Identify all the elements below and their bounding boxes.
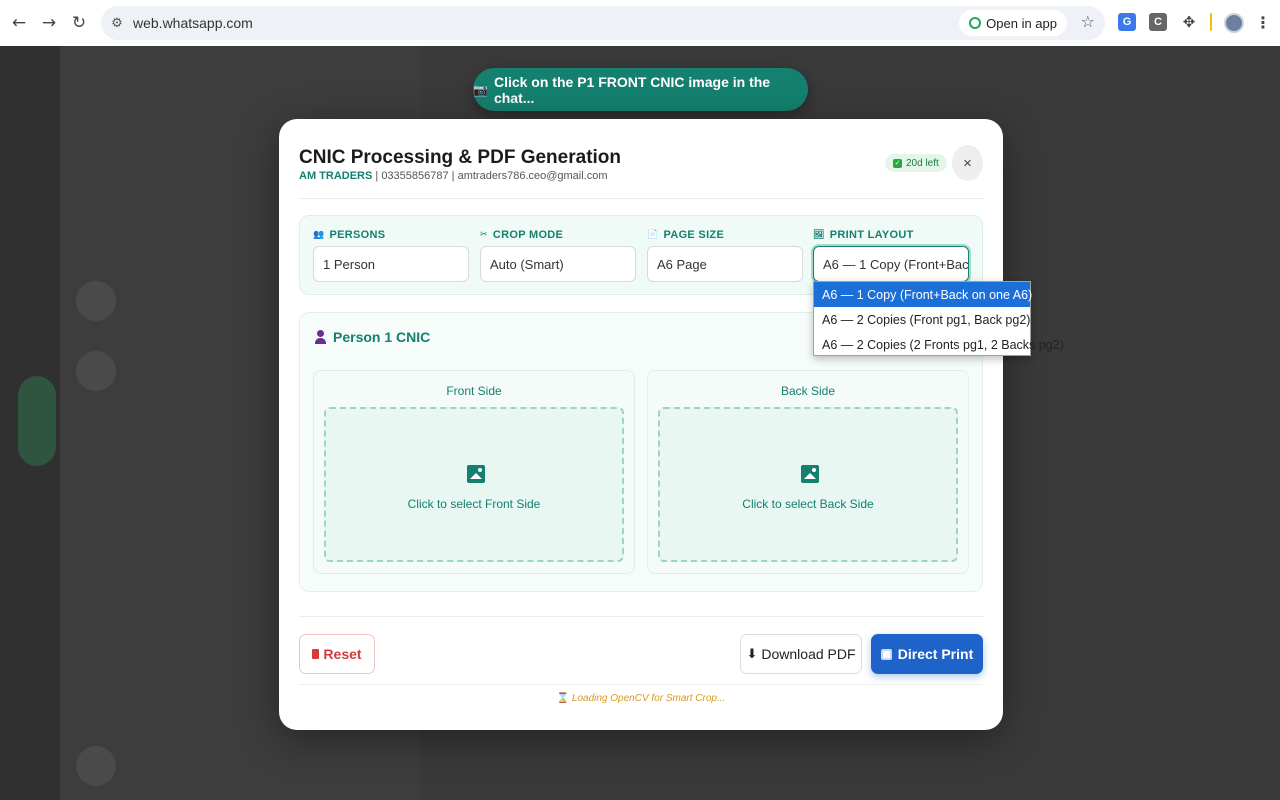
- open-in-app-label: Open in app: [986, 15, 1057, 31]
- back-side-panel: Back Side Click to select Back Side: [647, 370, 969, 574]
- persons-setting: 👥 PERSONS 1 Person: [313, 228, 469, 282]
- front-side-hint: Click to select Front Side: [407, 497, 541, 511]
- open-in-app-button[interactable]: Open in app: [959, 10, 1067, 36]
- printer-icon: [880, 648, 892, 660]
- extensions-puzzle-icon[interactable]: ✥: [1180, 13, 1198, 31]
- forward-arrow-icon[interactable]: →: [34, 8, 64, 38]
- download-pdf-button[interactable]: ⬇ Download PDF: [740, 634, 862, 674]
- toast-text: Click on the P1 FRONT CNIC image in the …: [493, 73, 771, 106]
- contact-info: | 03355856787 | amtraders786.ceo@gmail.c…: [372, 170, 608, 182]
- image-icon: [467, 465, 485, 483]
- print-layout-select[interactable]: A6 — 1 Copy (Front+Back on one A6): [813, 246, 969, 282]
- download-arrow-icon: ⬇: [746, 646, 758, 662]
- url-text[interactable]: web.whatsapp.com: [133, 15, 253, 31]
- back-side-dropzone[interactable]: Click to select Back Side: [658, 407, 958, 562]
- download-label: Download PDF: [761, 646, 856, 662]
- reset-label: Reset: [323, 646, 362, 662]
- crop-mode-select[interactable]: Auto (Smart): [480, 246, 636, 282]
- scissors-icon: ✂: [480, 230, 488, 240]
- person-title: Person 1 CNIC: [315, 329, 430, 345]
- chat-avatar: [76, 351, 116, 391]
- print-layout-label: PRINT LAYOUT: [829, 229, 914, 241]
- page-size-setting: 📄 PAGE SIZE A6 Page: [647, 228, 803, 282]
- chat-avatar: [76, 281, 116, 321]
- translate-extension-icon[interactable]: G: [1118, 13, 1136, 31]
- page-icon: 📄: [647, 230, 659, 240]
- print-label: Direct Print: [897, 646, 974, 662]
- front-side-panel: Front Side Click to select Front Side: [313, 370, 635, 574]
- c-extension-icon[interactable]: C: [1149, 13, 1167, 31]
- page-size-select[interactable]: A6 Page: [647, 246, 803, 282]
- cnic-modal: CNIC Processing & PDF Generation AM TRAD…: [279, 119, 1003, 730]
- person-icon: [315, 330, 326, 344]
- nav-highlight: [18, 376, 56, 466]
- persons-label: PERSONS: [329, 229, 386, 241]
- address-bar[interactable]: ⚙ web.whatsapp.com Open in app ☆: [101, 6, 1105, 40]
- bookmark-star-icon[interactable]: ☆: [1081, 12, 1095, 31]
- front-side-dropzone[interactable]: Click to select Front Side: [324, 407, 624, 562]
- close-button[interactable]: ×: [952, 145, 983, 181]
- print-layout-option[interactable]: A6 — 2 Copies (Front pg1, Back pg2): [814, 307, 1030, 332]
- reset-button[interactable]: Reset: [299, 634, 375, 674]
- days-left-text: 20d left: [906, 157, 939, 169]
- brand-name: AM TRADERS: [299, 170, 373, 182]
- crop-mode-label: CROP MODE: [492, 229, 564, 241]
- loading-status: ⌛ Loading OpenCV for Smart Crop...: [279, 693, 1003, 704]
- reload-icon[interactable]: ↻: [64, 8, 94, 38]
- trash-icon: [312, 649, 320, 659]
- layout-icon: 🖼: [813, 230, 825, 240]
- days-left-badge: ✓ 20d left: [885, 154, 947, 172]
- check-icon: ✓: [893, 158, 902, 168]
- direct-print-button[interactable]: Direct Print: [871, 634, 983, 674]
- loading-text: Loading OpenCV for Smart Crop...: [571, 693, 726, 704]
- whatsapp-icon: [969, 17, 982, 29]
- back-arrow-icon[interactable]: ←: [4, 8, 34, 38]
- hourglass-icon: ⌛: [556, 693, 570, 704]
- divider: [299, 616, 983, 617]
- front-side-title: Front Side: [446, 384, 502, 398]
- divider: [299, 684, 983, 685]
- print-layout-option[interactable]: A6 — 1 Copy (Front+Back on one A6): [814, 282, 1032, 307]
- people-icon: 👥: [313, 230, 325, 240]
- modal-title: CNIC Processing & PDF Generation: [299, 147, 622, 168]
- browser-toolbar: ← → ↻ ⚙ web.whatsapp.com Open in app ☆ G…: [0, 0, 1280, 46]
- browser-menu-icon[interactable]: ⋮: [1254, 13, 1272, 32]
- back-side-title: Back Side: [780, 384, 836, 398]
- print-layout-setting: 🖼 PRINT LAYOUT A6 — 1 Copy (Front+Back on…: [813, 228, 969, 282]
- crop-mode-setting: ✂ CROP MODE Auto (Smart): [480, 228, 636, 282]
- image-icon: [801, 465, 819, 483]
- person-title-text: Person 1 CNIC: [333, 329, 431, 345]
- print-layout-dropdown: A6 — 1 Copy (Front+Back on one A6) A6 — …: [813, 281, 1064, 357]
- back-side-hint: Click to select Back Side: [742, 497, 874, 511]
- site-settings-icon[interactable]: ⚙: [109, 15, 125, 31]
- instruction-toast: 📷 Click on the P1 FRONT CNIC image in th…: [473, 68, 808, 111]
- toolbar-divider: [1210, 13, 1212, 31]
- print-layout-option[interactable]: A6 — 2 Copies (2 Fronts pg1, 2 Backs pg2…: [814, 332, 1064, 357]
- page-size-label: PAGE SIZE: [663, 229, 725, 241]
- profile-avatar[interactable]: [1224, 13, 1244, 33]
- persons-select[interactable]: 1 Person: [313, 246, 469, 282]
- camera-icon: 📷: [473, 82, 488, 97]
- divider: [299, 198, 983, 199]
- modal-subtitle: AM TRADERS | 03355856787 | amtraders786.…: [299, 170, 608, 182]
- chat-avatar: [76, 746, 116, 786]
